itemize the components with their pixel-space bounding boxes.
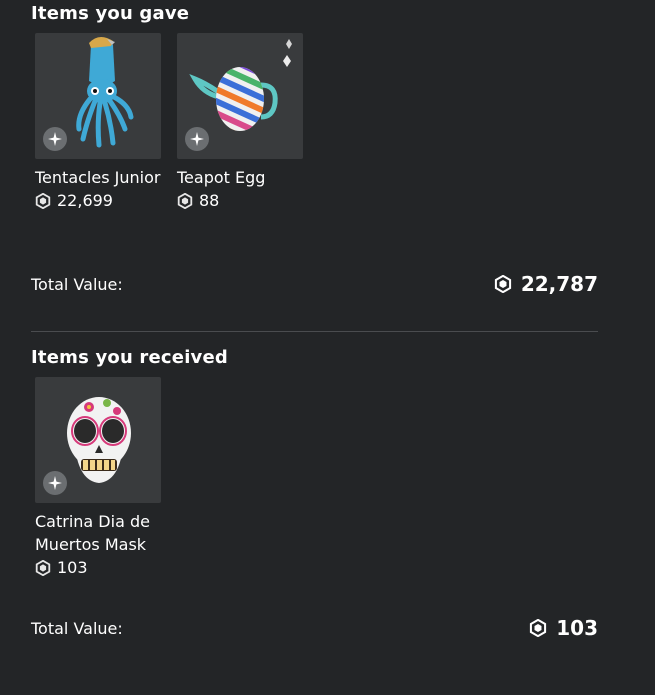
section-divider bbox=[31, 331, 598, 332]
received-total-row: Total Value: 103 bbox=[31, 616, 598, 640]
item-thumbnail[interactable] bbox=[35, 377, 161, 503]
item-name[interactable]: Teapot Egg bbox=[177, 166, 305, 189]
gave-section-title: Items you gave bbox=[31, 3, 190, 24]
item-price: 103 bbox=[35, 558, 163, 577]
robux-icon bbox=[530, 619, 547, 637]
gave-item-card[interactable]: Teapot Egg 88 bbox=[177, 33, 305, 210]
total-amount: 22,787 bbox=[520, 272, 598, 296]
gave-item-card[interactable]: Tentacles Junior 22,699 bbox=[35, 33, 163, 210]
received-item-card[interactable]: Catrina Dia de Muertos Mask 103 bbox=[35, 377, 163, 577]
received-section-title: Items you received bbox=[31, 347, 228, 368]
gave-total-row: Total Value: 22,787 bbox=[31, 272, 598, 296]
limited-icon bbox=[43, 127, 67, 151]
limited-icon bbox=[43, 471, 67, 495]
price-value: 103 bbox=[57, 558, 88, 577]
robux-icon bbox=[35, 192, 51, 209]
limited-icon bbox=[185, 127, 209, 151]
item-price: 88 bbox=[177, 191, 305, 210]
robux-icon bbox=[494, 275, 511, 293]
total-amount: 103 bbox=[556, 616, 598, 640]
item-thumbnail[interactable] bbox=[177, 33, 303, 159]
price-value: 88 bbox=[199, 191, 220, 210]
total-label: Total Value: bbox=[31, 618, 123, 638]
total-value: 22,787 bbox=[494, 272, 598, 296]
price-value: 22,699 bbox=[57, 191, 113, 210]
total-value: 103 bbox=[529, 616, 598, 640]
robux-icon bbox=[35, 559, 51, 576]
total-label: Total Value: bbox=[31, 274, 123, 294]
item-name[interactable]: Catrina Dia de Muertos Mask bbox=[35, 510, 163, 556]
item-name[interactable]: Tentacles Junior bbox=[35, 166, 163, 189]
item-thumbnail[interactable] bbox=[35, 33, 161, 159]
item-price: 22,699 bbox=[35, 191, 163, 210]
robux-icon bbox=[177, 192, 193, 209]
